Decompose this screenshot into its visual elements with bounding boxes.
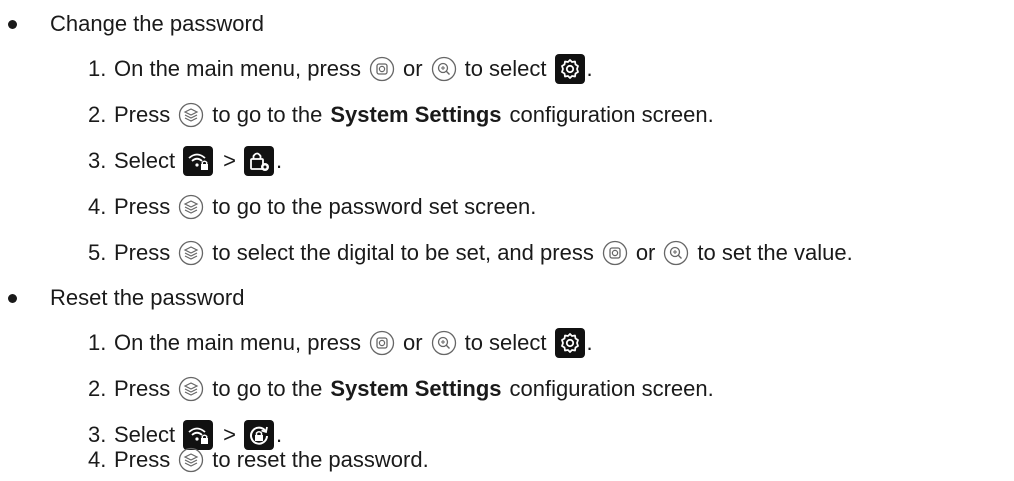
bullet-reset-password: Reset the password	[8, 280, 244, 316]
step-number: 3.	[88, 148, 107, 173]
section-title: Change the password	[50, 11, 265, 36]
step-text: On the main menu, press	[114, 330, 362, 355]
menu-button-icon	[178, 194, 204, 220]
step-text: Press	[114, 376, 171, 401]
wifi-lock-icon	[183, 146, 214, 176]
menu-button-icon	[178, 376, 204, 402]
menu-button-icon	[178, 447, 204, 473]
reset-step-4: 4. Press to reset the password.	[88, 442, 429, 478]
bold-term: System Settings	[330, 376, 502, 401]
bullet-change-password: Change the password	[8, 6, 264, 42]
bullet-dot	[8, 19, 17, 29]
step-text: Press	[114, 240, 171, 265]
zoom-button-icon	[663, 240, 689, 266]
step-number: 5.	[88, 240, 107, 265]
capture-button-icon	[369, 330, 395, 356]
step-text: On the main menu, press	[114, 56, 362, 81]
or-text: or	[403, 56, 423, 81]
bullet-dot	[8, 293, 17, 303]
change-step-2: 2. Press to go to the System Settings co…	[88, 97, 714, 133]
step-text: to select	[464, 330, 547, 355]
step-text: to go to the	[212, 102, 323, 127]
menu-button-icon	[178, 102, 204, 128]
or-text: or	[403, 330, 423, 355]
reset-step-2: 2. Press to go to the System Settings co…	[88, 371, 714, 407]
separator: >	[223, 148, 237, 173]
capture-button-icon	[369, 56, 395, 82]
step-text: to set the value.	[697, 240, 853, 265]
step-text: Press	[114, 102, 171, 127]
step-number: 2.	[88, 376, 107, 401]
step-number: 4.	[88, 447, 107, 472]
step-text: Select	[114, 148, 176, 173]
step-text: Press	[114, 447, 171, 472]
gear-icon	[554, 328, 585, 358]
period: .	[586, 56, 593, 81]
section-title: Reset the password	[50, 285, 245, 310]
instruction-document: Change the password 1. On the main menu,…	[0, 0, 1014, 481]
reset-step-1: 1. On the main menu, press or to select …	[88, 325, 593, 361]
step-text: Press	[114, 194, 171, 219]
change-step-4: 4. Press to go to the password set scree…	[88, 189, 536, 225]
period: .	[276, 148, 283, 173]
lock-settings-icon	[244, 146, 275, 176]
change-step-3: 3. Select > .	[88, 143, 282, 179]
step-text: to go to the	[212, 376, 323, 401]
step-number: 2.	[88, 102, 107, 127]
step-text: configuration screen.	[509, 376, 714, 401]
or-text: or	[635, 240, 656, 265]
change-step-1: 1. On the main menu, press or to select …	[88, 51, 593, 87]
gear-icon	[554, 54, 585, 84]
step-text: to reset the password.	[212, 447, 429, 472]
step-text: to select the digital to be set, and pre…	[212, 240, 594, 265]
step-text: configuration screen.	[509, 102, 714, 127]
step-text: to select	[464, 56, 547, 81]
step-text: to go to the password set screen.	[212, 194, 537, 219]
bold-term: System Settings	[330, 102, 502, 127]
change-step-5: 5. Press to select the digital to be set…	[88, 235, 853, 271]
step-number: 4.	[88, 194, 107, 219]
menu-button-icon	[178, 240, 204, 266]
step-number: 1.	[88, 330, 107, 355]
capture-button-icon	[602, 240, 628, 266]
zoom-button-icon	[431, 56, 457, 82]
step-number: 1.	[88, 56, 107, 81]
period: .	[586, 330, 593, 355]
zoom-button-icon	[431, 330, 457, 356]
